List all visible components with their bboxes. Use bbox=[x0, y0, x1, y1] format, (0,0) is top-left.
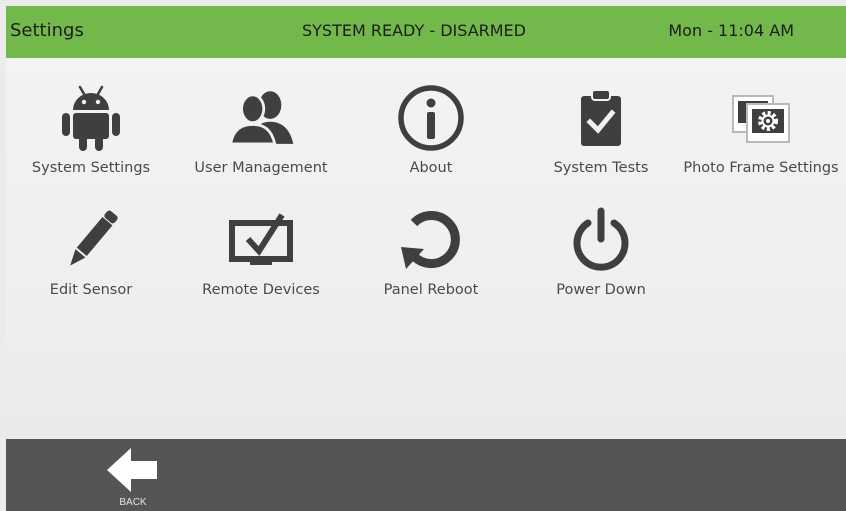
info-icon bbox=[395, 82, 467, 154]
footer-bar: BACK bbox=[6, 439, 846, 511]
tile-label: System Settings bbox=[31, 160, 151, 176]
reboot-icon bbox=[395, 204, 467, 276]
photo-frame-gear-icon bbox=[725, 82, 797, 154]
tile-label: About bbox=[409, 160, 453, 176]
back-label: BACK bbox=[119, 497, 147, 508]
tile-remote-devices[interactable]: Remote Devices bbox=[176, 192, 346, 302]
tile-label: Photo Frame Settings bbox=[683, 160, 839, 176]
remote-monitor-icon bbox=[225, 204, 297, 276]
tile-label: Edit Sensor bbox=[49, 282, 133, 298]
tile-about[interactable]: About bbox=[346, 70, 516, 180]
tile-label: Panel Reboot bbox=[383, 282, 479, 298]
tile-label: Remote Devices bbox=[202, 282, 320, 298]
tile-power-down[interactable]: Power Down bbox=[516, 192, 686, 302]
tile-system-tests[interactable]: System Tests bbox=[516, 70, 686, 180]
tile-photo-frame-settings[interactable]: Photo Frame Settings bbox=[676, 70, 846, 180]
tile-panel-reboot[interactable]: Panel Reboot bbox=[346, 192, 516, 302]
tile-label: User Management bbox=[194, 160, 328, 176]
settings-screen: Settings SYSTEM READY - DISARMED Mon - 1… bbox=[6, 6, 846, 511]
tile-system-settings[interactable]: System Settings bbox=[6, 70, 176, 180]
clock: Mon - 11:04 AM bbox=[668, 21, 794, 40]
system-status: SYSTEM READY - DISARMED bbox=[302, 21, 526, 40]
tile-label: System Tests bbox=[553, 160, 649, 176]
back-button[interactable]: BACK bbox=[98, 447, 168, 511]
tile-label: Power Down bbox=[556, 282, 646, 298]
pencil-icon bbox=[55, 204, 127, 276]
power-icon bbox=[565, 204, 637, 276]
clipboard-check-icon bbox=[565, 82, 637, 154]
tile-user-management[interactable]: User Management bbox=[176, 70, 346, 180]
header-bar: Settings SYSTEM READY - DISARMED Mon - 1… bbox=[6, 6, 846, 58]
users-icon bbox=[225, 82, 297, 154]
android-icon bbox=[55, 82, 127, 154]
back-arrow-icon bbox=[107, 448, 157, 492]
page-title: Settings bbox=[10, 20, 84, 41]
tile-edit-sensor[interactable]: Edit Sensor bbox=[6, 192, 176, 302]
